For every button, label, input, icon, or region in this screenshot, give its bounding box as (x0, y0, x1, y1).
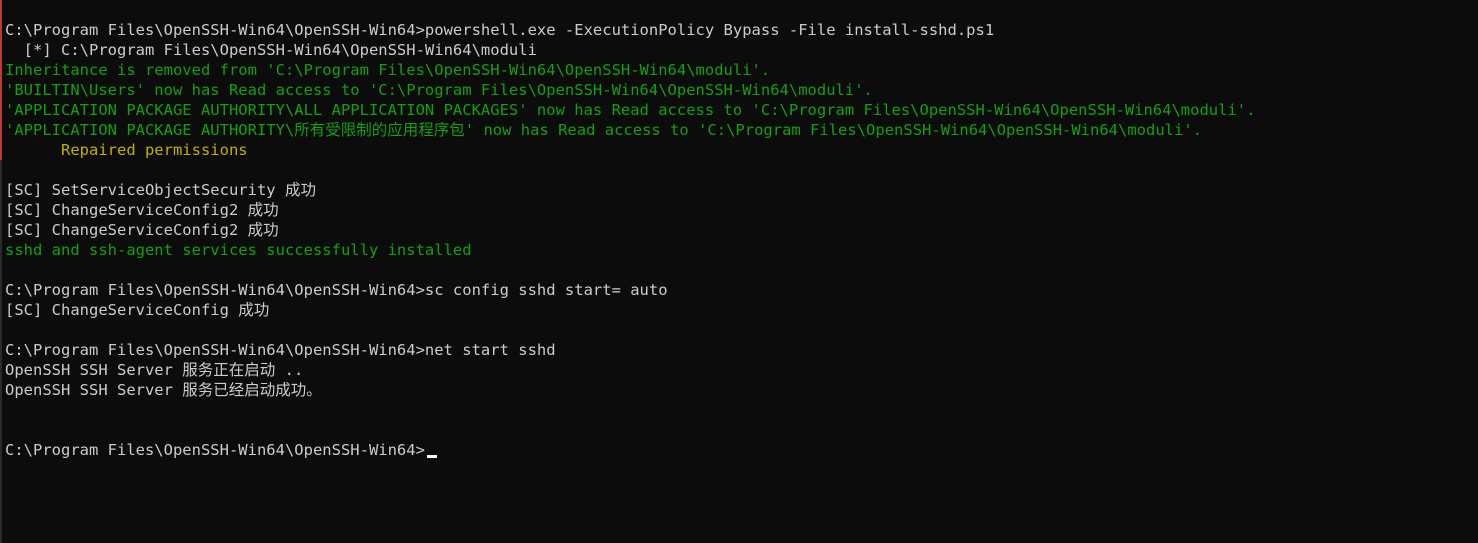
console-line: OpenSSH SSH Server 服务已经启动成功。 (5, 381, 322, 399)
console-line: Inheritance is removed from 'C:\Program … (5, 61, 771, 79)
window-left-border (0, 0, 2, 543)
console-line: [SC] ChangeServiceConfig 成功 (5, 301, 270, 319)
console-line: C:\Program Files\OpenSSH-Win64\OpenSSH-W… (5, 21, 995, 39)
console-line: OpenSSH SSH Server 服务正在启动 .. (5, 361, 304, 379)
console-line: 'BUILTIN\Users' now has Read access to '… (5, 81, 873, 99)
console-line: C:\Program Files\OpenSSH-Win64\OpenSSH-W… (5, 341, 556, 359)
console-window[interactable]: C:\Program Files\OpenSSH-Win64\OpenSSH-W… (0, 0, 1478, 543)
console-line: Repaired permissions (5, 141, 248, 159)
console-line: [*] C:\Program Files\OpenSSH-Win64\OpenS… (5, 41, 537, 59)
console-line: 'APPLICATION PACKAGE AUTHORITY\所有受限制的应用程… (5, 121, 1202, 139)
console-output: C:\Program Files\OpenSSH-Win64\OpenSSH-W… (5, 20, 1255, 460)
console-line: [SC] ChangeServiceConfig2 成功 (5, 221, 279, 239)
console-line: [SC] ChangeServiceConfig2 成功 (5, 201, 279, 219)
console-line: C:\Program Files\OpenSSH-Win64\OpenSSH-W… (5, 281, 668, 299)
console-line: [SC] SetServiceObjectSecurity 成功 (5, 181, 316, 199)
text-cursor (426, 455, 437, 458)
console-line: 'APPLICATION PACKAGE AUTHORITY\ALL APPLI… (5, 101, 1256, 119)
command-prompt: C:\Program Files\OpenSSH-Win64\OpenSSH-W… (5, 441, 425, 459)
command-prompt-line[interactable]: C:\Program Files\OpenSSH-Win64\OpenSSH-W… (5, 440, 1255, 460)
console-line: sshd and ssh-agent services successfully… (5, 241, 472, 259)
